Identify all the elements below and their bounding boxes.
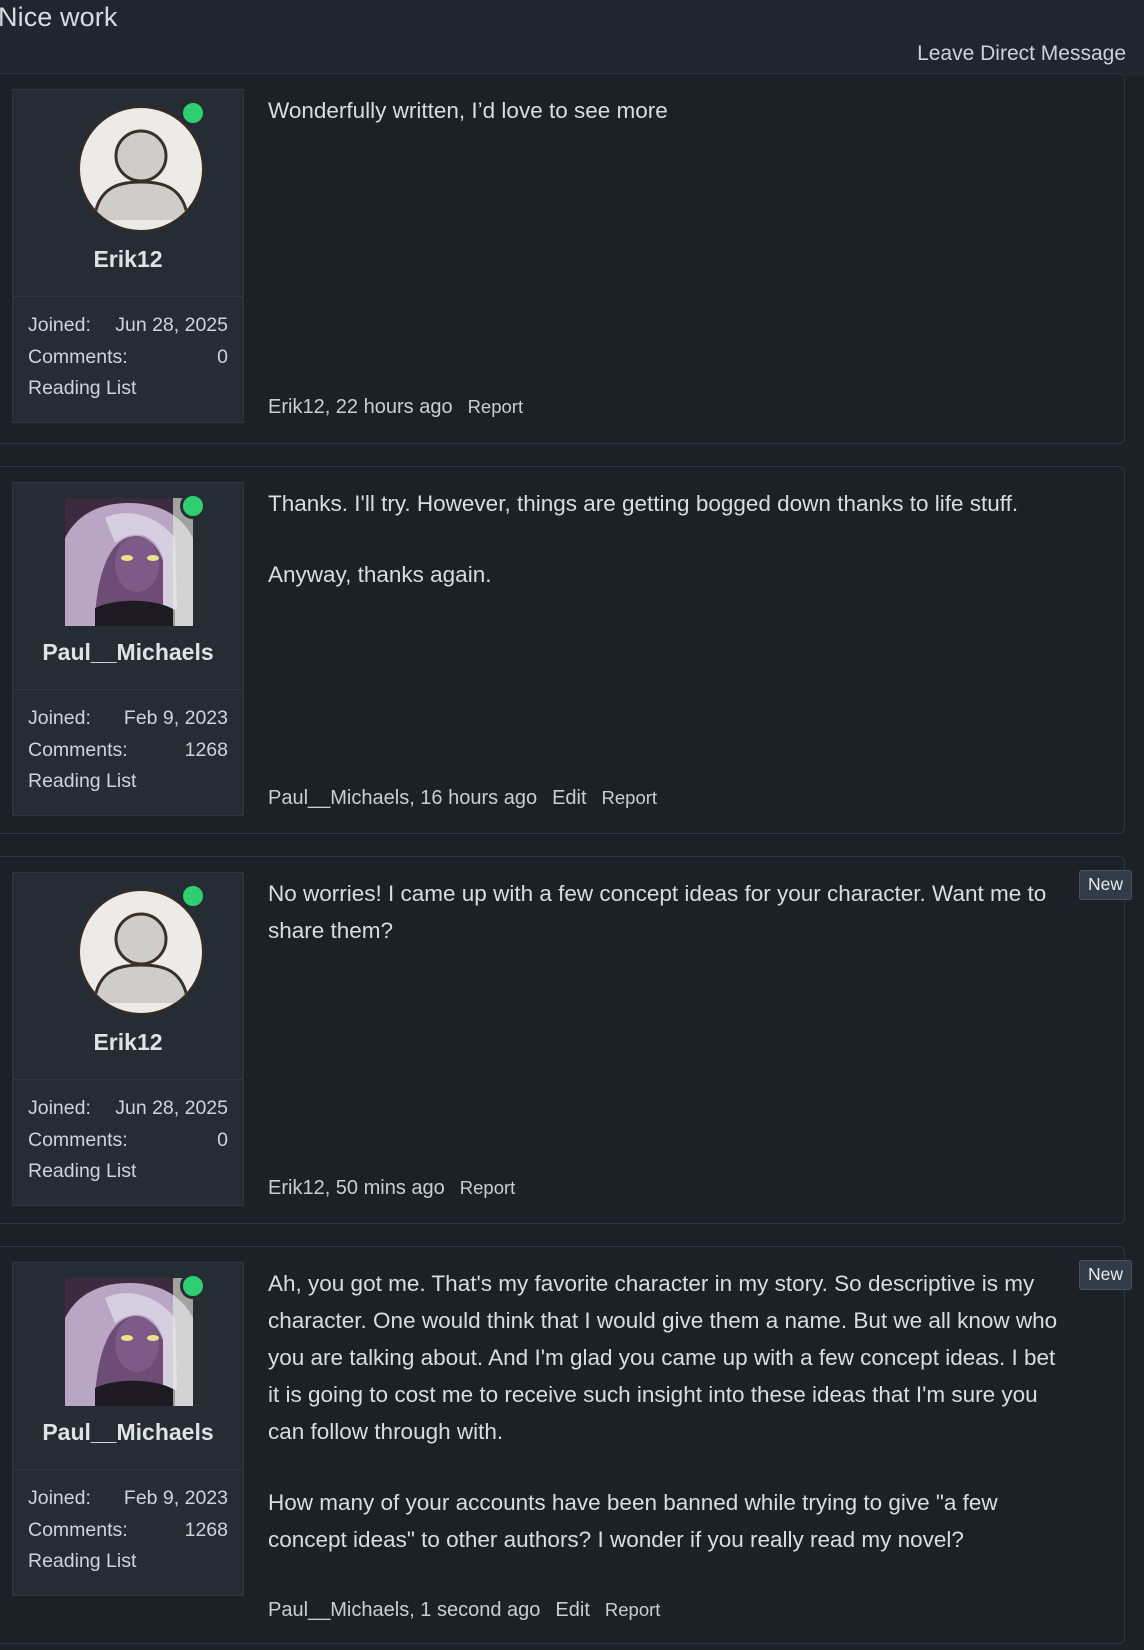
- comment-paragraph: How many of your accounts have been bann…: [268, 1490, 998, 1552]
- joined-date: Jun 28, 2025: [115, 314, 228, 336]
- comment-count: 1268: [184, 1519, 228, 1541]
- comments-label: Comments:: [28, 346, 128, 368]
- comments-label: Comments:: [28, 1519, 128, 1541]
- new-badge: New: [1078, 1260, 1132, 1290]
- thread-header: Nice work Leave Direct Message: [0, 0, 1144, 76]
- comment-paragraph: Anyway, thanks again.: [268, 562, 492, 587]
- joined-label: Joined:: [28, 707, 91, 729]
- comment-card: Erik12 Joined: Jun 28, 2025 Comments: 0 Re…: [0, 73, 1125, 444]
- comment-body: No worries! I came up with a few concept…: [268, 875, 1066, 949]
- username-link[interactable]: Paul__Michaels: [13, 639, 243, 666]
- comment-paragraph: Wonderfully written, I’d love to see mor…: [268, 98, 668, 123]
- reading-list-link[interactable]: Reading List: [28, 373, 228, 403]
- user-avatar[interactable]: [65, 1278, 193, 1406]
- comment-meta: Paul__Michaels, 16 hours ago Edit Report: [268, 787, 657, 810]
- comments-label: Comments:: [28, 739, 128, 761]
- joined-date: Feb 9, 2023: [123, 1487, 228, 1509]
- report-link[interactable]: Report: [460, 1177, 516, 1199]
- user-profile-card: Erik12 Joined: Jun 28, 2025 Comments: 0 Re…: [12, 872, 244, 1206]
- comment-body: Ah, you got me. That's my favorite chara…: [268, 1265, 1066, 1558]
- username-link[interactable]: Paul__Michaels: [13, 1419, 243, 1446]
- user-stats: Joined: Feb 9, 2023 Comments: 1268 Reading…: [13, 689, 243, 810]
- default-avatar-icon[interactable]: [78, 889, 204, 1015]
- report-link[interactable]: Report: [602, 787, 658, 809]
- comment-count: 1268: [184, 739, 228, 761]
- thread-title: Nice work: [0, 2, 118, 32]
- comment-paragraph: Ah, you got me. That's my favorite chara…: [268, 1271, 1058, 1444]
- user-profile-card: Paul__Michaels Joined: Feb 9, 2023 Commen…: [12, 482, 244, 816]
- joined-label: Joined:: [28, 1097, 91, 1119]
- comment-card: Erik12 Joined: Jun 28, 2025 Comments: 0 Re…: [0, 856, 1132, 1224]
- username-link[interactable]: Erik12: [13, 246, 243, 273]
- report-link[interactable]: Report: [468, 396, 524, 418]
- reading-list-link[interactable]: Reading List: [28, 1156, 228, 1186]
- username-link[interactable]: Erik12: [13, 1029, 243, 1056]
- online-status-icon: [180, 493, 206, 519]
- comment-card: Paul__Michaels Joined: Feb 9, 2023 Commen…: [0, 1246, 1132, 1644]
- joined-label: Joined:: [28, 314, 91, 336]
- leave-direct-message-link[interactable]: Leave Direct Message: [917, 42, 1126, 66]
- report-link[interactable]: Report: [605, 1599, 661, 1621]
- edit-link[interactable]: Edit: [555, 1599, 589, 1622]
- comment-count: 0: [217, 1129, 228, 1151]
- comment-byline: Erik12, 22 hours ago: [268, 396, 453, 418]
- reading-list-link[interactable]: Reading List: [28, 766, 228, 796]
- comment-meta: Erik12, 50 mins ago Report: [268, 1177, 515, 1200]
- comment-body: Wonderfully written, I’d love to see mor…: [268, 92, 1066, 129]
- user-stats: Joined: Feb 9, 2023 Comments: 1268 Reading…: [13, 1469, 243, 1590]
- comment-card: Paul__Michaels Joined: Feb 9, 2023 Commen…: [0, 466, 1125, 834]
- online-status-icon: [180, 1273, 206, 1299]
- new-badge: New: [1078, 870, 1132, 900]
- comment-byline: Paul__Michaels, 1 second ago: [268, 1599, 541, 1621]
- comment-meta: Erik12, 22 hours ago Report: [268, 396, 523, 419]
- user-profile-card: Paul__Michaels Joined: Feb 9, 2023 Commen…: [12, 1262, 244, 1596]
- user-avatar[interactable]: [65, 498, 193, 626]
- user-profile-card: Erik12 Joined: Jun 28, 2025 Comments: 0 Re…: [12, 89, 244, 423]
- joined-date: Feb 9, 2023: [123, 707, 228, 729]
- comment-count: 0: [217, 346, 228, 368]
- reading-list-link[interactable]: Reading List: [28, 1546, 228, 1576]
- joined-date: Jun 28, 2025: [115, 1097, 228, 1119]
- user-stats: Joined: Jun 28, 2025 Comments: 0 Reading L…: [13, 296, 243, 417]
- comment-meta: Paul__Michaels, 1 second ago Edit Report: [268, 1599, 660, 1622]
- online-status-icon: [180, 883, 206, 909]
- comment-body: Thanks. I'll try. However, things are ge…: [268, 485, 1066, 593]
- comment-paragraph: No worries! I came up with a few concept…: [268, 881, 1047, 943]
- comment-byline: Erik12, 50 mins ago: [268, 1177, 445, 1199]
- joined-label: Joined:: [28, 1487, 91, 1509]
- user-stats: Joined: Jun 28, 2025 Comments: 0 Reading L…: [13, 1079, 243, 1200]
- comments-label: Comments:: [28, 1129, 128, 1151]
- default-avatar-icon[interactable]: [78, 106, 204, 232]
- edit-link[interactable]: Edit: [552, 787, 586, 810]
- comment-paragraph: Thanks. I'll try. However, things are ge…: [268, 491, 1019, 516]
- comment-byline: Paul__Michaels, 16 hours ago: [268, 787, 538, 809]
- online-status-icon: [180, 100, 206, 126]
